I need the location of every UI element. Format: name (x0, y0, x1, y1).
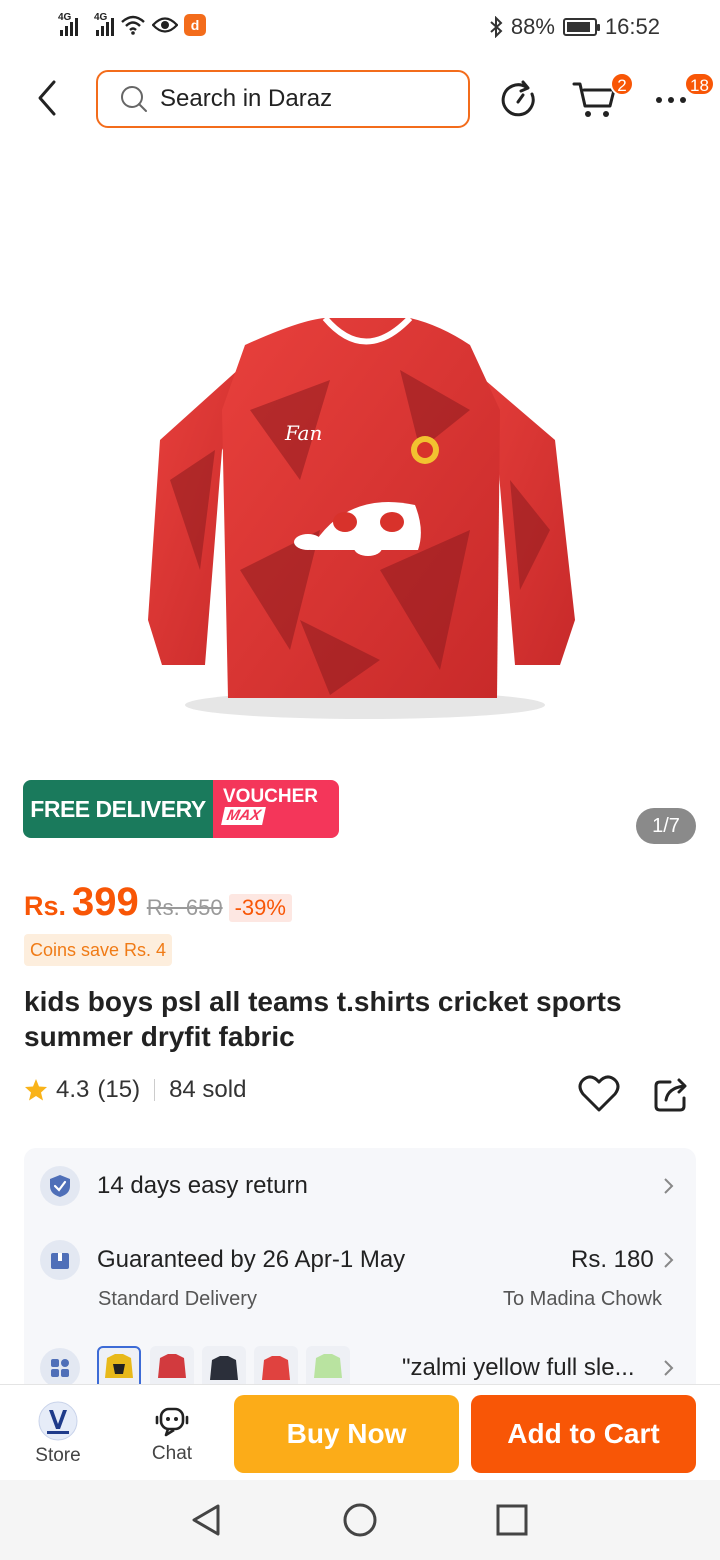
original-price: Rs. 650 (146, 895, 223, 920)
more-button[interactable]: 18 (650, 72, 715, 120)
share-button[interactable] (652, 1074, 692, 1114)
search-input[interactable]: Search in Daraz (96, 70, 470, 128)
chat-button[interactable]: Chat (136, 1395, 208, 1473)
network-type-2: 4G (94, 12, 108, 23)
delivery-type: Standard Delivery (98, 1288, 257, 1310)
chat-icon (155, 1407, 189, 1437)
search-icon (121, 86, 147, 112)
cart-button[interactable]: 2 (570, 72, 634, 120)
variant-grid-icon (40, 1348, 80, 1388)
service-info-card: 14 days easy return Guaranteed by 26 Apr… (24, 1148, 696, 1408)
nav-recents-icon[interactable] (492, 1500, 532, 1540)
app-notification-icon: d (184, 14, 206, 36)
notification-count-badge: 18 (684, 72, 715, 96)
price-currency: Rs. (24, 891, 67, 921)
nav-back-icon[interactable] (186, 1500, 226, 1540)
chat-label: Chat (151, 1443, 193, 1464)
selected-variant-text: "zalmi yellow full sle... (402, 1354, 635, 1381)
product-image-gallery[interactable]: Fan (0, 150, 720, 850)
history-icon (501, 80, 535, 117)
delivery-guarantee-text: Guaranteed by 26 Apr-1 May (97, 1246, 406, 1273)
max-text: MAX (221, 807, 267, 825)
status-left: 4G 4G d (58, 12, 206, 36)
star-icon (25, 1079, 47, 1101)
battery-icon (562, 18, 600, 36)
status-right: 88% 16:52 (489, 14, 660, 40)
price-value: 399 (72, 880, 139, 924)
bottom-action-bar: Store Chat Buy Now Add to Cart (0, 1384, 720, 1480)
status-bar: 4G 4G d 88% 16:52 (0, 0, 720, 58)
review-count: (15) (97, 1076, 141, 1103)
clock: 16:52 (604, 14, 660, 39)
rating-divider (154, 1079, 156, 1101)
search-placeholder: Search in Daraz (160, 85, 333, 112)
battery-percent: 88% (510, 14, 555, 39)
signal-icon-2: 4G (94, 12, 114, 36)
store-logo-icon (38, 1401, 78, 1441)
variant-chevron-icon[interactable] (662, 1358, 676, 1378)
return-chevron-icon[interactable] (662, 1176, 676, 1196)
eye-icon (152, 17, 178, 33)
back-arrow-icon (38, 80, 56, 116)
share-icon (654, 1078, 687, 1112)
rating-value: 4.3 (56, 1076, 90, 1103)
shield-icon (40, 1166, 80, 1206)
back-button[interactable] (28, 78, 68, 118)
price-row: Rs. 399 Rs. 650 -39% (24, 880, 292, 925)
product-image: Fan (148, 315, 575, 719)
bluetooth-icon (490, 16, 503, 38)
buy-now-button[interactable]: Buy Now (234, 1395, 459, 1473)
add-to-cart-button[interactable]: Add to Cart (471, 1395, 696, 1473)
return-policy-text: 14 days easy return (97, 1172, 308, 1199)
more-dots-icon (656, 97, 686, 103)
heart-icon (578, 1075, 620, 1112)
delivery-chevron-icon[interactable] (662, 1250, 676, 1270)
store-label: Store (35, 1445, 81, 1466)
svg-text:Fan: Fan (284, 421, 322, 445)
discount-badge: -39% (228, 894, 292, 922)
product-title: kids boys psl all teams t.shirts cricket… (24, 986, 622, 1052)
nav-home-icon[interactable] (340, 1500, 380, 1540)
delivery-price: Rs. 180 (571, 1246, 654, 1273)
delivery-box-icon (40, 1240, 80, 1280)
network-type-1: 4G (58, 12, 72, 23)
rating-row[interactable]: 4.3 (15) 84 sold (24, 1076, 246, 1104)
store-button[interactable]: Store (18, 1395, 98, 1473)
image-counter: 1/7 (636, 808, 696, 844)
free-delivery-label: FREE DELIVERY (23, 780, 213, 838)
promo-banner: FREE DELIVERY VOUCHER MAX (23, 780, 339, 838)
wishlist-button[interactable] (578, 1074, 620, 1114)
sold-count: 84 sold (169, 1076, 247, 1103)
delivery-location[interactable]: To Madina Chowk (503, 1288, 662, 1311)
signal-icon: 4G (58, 12, 78, 36)
cart-count-badge: 2 (610, 72, 634, 96)
voucher-text: VOUCHER (223, 786, 319, 807)
system-navigation-bar (0, 1480, 720, 1560)
history-button[interactable] (496, 78, 540, 122)
wifi-icon (121, 15, 145, 35)
header: Search in Daraz 2 18 (0, 60, 720, 140)
coins-save-badge: Coins save Rs. 4 (24, 934, 173, 966)
voucher-max-label: VOUCHER MAX (213, 780, 339, 838)
